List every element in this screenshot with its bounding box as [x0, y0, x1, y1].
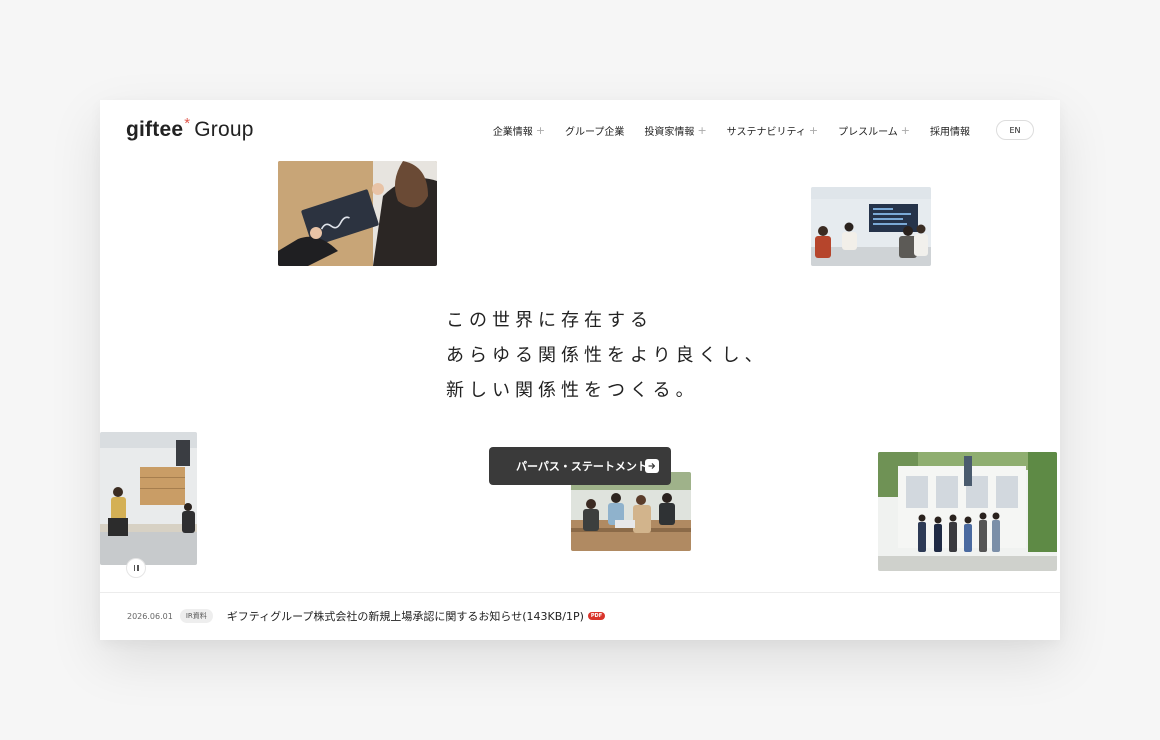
nav-item-pressroom[interactable]: プレスルーム + — [838, 123, 910, 138]
headline-line-2: あらゆる関係性をより良くし、 — [446, 345, 768, 366]
logo-asterisk: * — [184, 115, 191, 132]
nav-item-investors[interactable]: 投資家情報 + — [644, 123, 706, 138]
plus-icon: + — [900, 123, 910, 137]
hero-headline: この世界に存在する あらゆる関係性をより良くし、 新しい関係性をつくる。 — [446, 303, 768, 408]
purpose-statement-button[interactable]: パーパス・ステートメント — [489, 447, 671, 485]
cta-label: パーパス・ステートメント — [516, 460, 648, 473]
headline-line-1: この世界に存在する — [446, 310, 653, 331]
giftee-group-logo[interactable]: giftee * Group — [126, 115, 254, 142]
nav-item-company[interactable]: 企業情報 + — [493, 123, 545, 138]
hero-photo-group-building — [878, 452, 1057, 571]
global-nav: 企業情報 + グループ企業 投資家情報 + サステナビリティ + プレスルーム + 採用… — [473, 120, 1034, 140]
nav-item-label: グループ企業 — [565, 126, 625, 138]
hero-photo-meeting-room — [811, 187, 931, 266]
news-title-link[interactable]: ギフティグループ株式会社の新規上場承認に関するお知らせ(143KB/1P) — [227, 608, 584, 624]
plus-icon: + — [535, 123, 546, 137]
nav-item-label: 企業情報 — [492, 126, 533, 138]
news-item[interactable]: 2026.06.01 IR資料 ギフティグループ株式会社の新規上場承認に関するお… — [127, 608, 606, 624]
news-date: 2026.06.01 — [127, 611, 173, 621]
pdf-badge: PDF — [587, 612, 606, 620]
nav-item-label: サステナビリティ — [726, 126, 806, 138]
news-divider — [100, 592, 1060, 593]
arrow-right-icon — [645, 459, 659, 473]
plus-icon: + — [808, 123, 819, 137]
pause-icon-bar — [137, 565, 139, 571]
nav-item-group-companies[interactable]: グループ企業 — [565, 123, 624, 138]
nav-item-label: プレスルーム — [838, 126, 898, 138]
plus-icon: + — [697, 123, 707, 137]
language-toggle-button[interactable]: EN — [996, 120, 1034, 140]
nav-item-sustainability[interactable]: サステナビリティ + — [727, 123, 818, 138]
slideshow-pause-button[interactable] — [126, 558, 146, 578]
pause-icon — [133, 565, 135, 571]
hero-photo-thank-you-card — [278, 161, 437, 266]
page-card: giftee * Group 企業情報 + グループ企業 投資家情報 + サステナビリテ… — [100, 100, 1060, 640]
logo-group-text: Group — [194, 118, 254, 141]
nav-item-label: 投資家情報 — [644, 126, 695, 138]
nav-item-recruit[interactable]: 採用情報 — [930, 123, 970, 138]
logo-wordmark: giftee — [126, 118, 184, 141]
hero-photo-warehouse — [100, 432, 197, 565]
headline-line-3: 新しい関係性をつくる。 — [446, 380, 699, 401]
news-category-badge: IR資料 — [179, 609, 213, 623]
nav-item-label: 採用情報 — [930, 126, 970, 138]
